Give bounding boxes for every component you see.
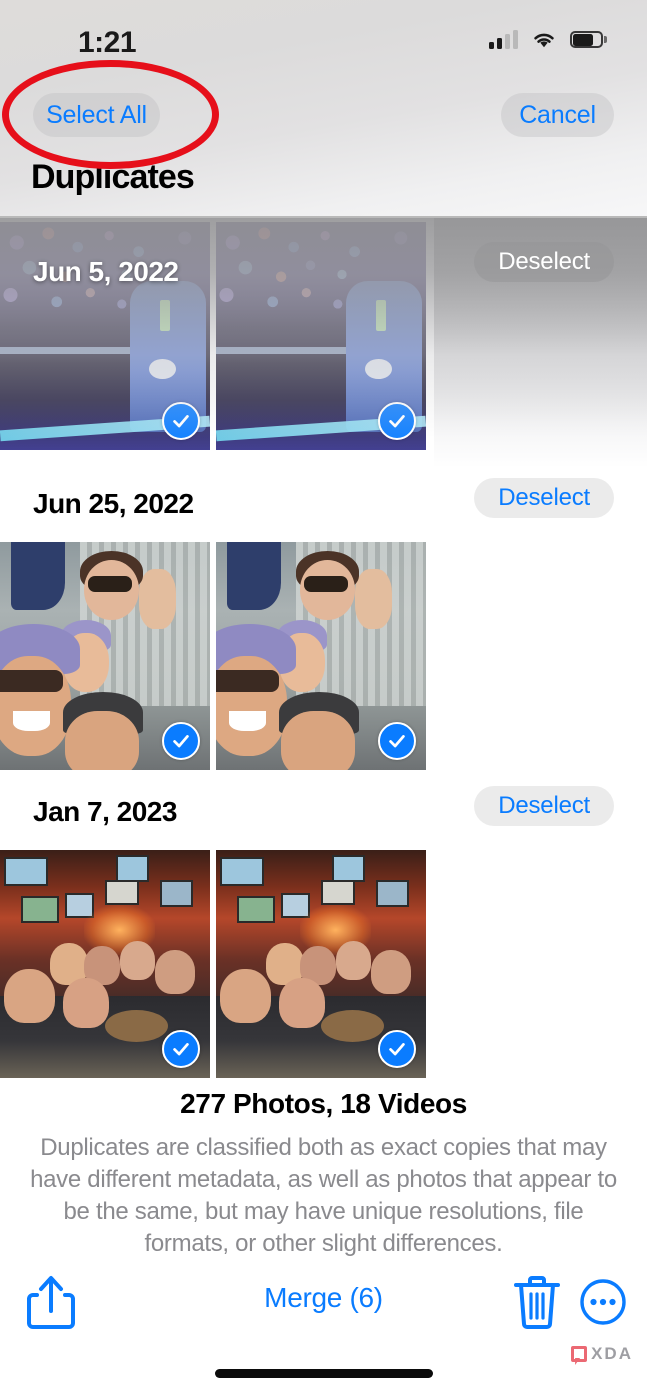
battery-icon [570,31,607,48]
group-date-label: Jun 5, 2022 [33,256,179,287]
home-indicator[interactable] [214,1369,433,1378]
deselect-button[interactable]: Deselect [474,478,614,518]
selected-checkmark-icon [378,402,416,440]
thumbnail-pair [0,542,426,770]
cellular-signal-icon [489,29,518,49]
duplicate-group: Jun 25, 2022 Deselect [0,474,647,782]
group-date-label: Jun 25, 2022 [33,488,194,519]
photo-thumbnail[interactable] [216,222,426,450]
bottom-toolbar: Merge (6) [0,1272,647,1344]
cancel-button[interactable]: Cancel [501,93,614,137]
duplicate-group: Jan 7, 2023 Deselect [0,782,647,1090]
duplicate-group: Jun 5, 2022 Deselect [0,218,647,468]
xda-logo-icon [571,1346,588,1362]
media-count-label: 277 Photos, 18 Videos [180,1088,467,1119]
selected-checkmark-icon [378,1030,416,1068]
group-date-label: Jan 7, 2023 [33,796,177,827]
merge-button[interactable]: Merge (6) [264,1282,383,1314]
selected-checkmark-icon [378,722,416,760]
share-icon[interactable] [25,1273,77,1331]
trash-icon[interactable] [512,1274,562,1330]
selected-checkmark-icon [162,1030,200,1068]
status-bar: 1:21 [0,0,647,72]
select-all-button[interactable]: Select All [33,93,160,137]
selected-checkmark-icon [162,402,200,440]
photo-thumbnail[interactable] [216,542,426,770]
xda-watermark: XDA [571,1344,633,1364]
more-ellipsis-icon[interactable] [579,1278,627,1326]
page-title: Duplicates [31,158,195,196]
photo-thumbnail[interactable] [0,542,210,770]
thumbnail-pair [0,850,426,1078]
xda-watermark-text: XDA [591,1344,633,1363]
photo-thumbnail[interactable] [216,850,426,1078]
selected-checkmark-icon [162,722,200,760]
wifi-icon [531,30,557,49]
status-bar-clock: 1:21 [78,26,137,59]
deselect-button[interactable]: Deselect [474,242,614,282]
duplicates-summary: 277 Photos, 18 Videos Duplicates are cla… [0,1088,647,1260]
photo-thumbnail[interactable] [0,850,210,1078]
navigation-header: 1:21 Select All Cancel Duplicates [0,0,647,218]
deselect-button[interactable]: Deselect [474,786,614,826]
status-bar-indicators [489,29,607,49]
duplicates-description: Duplicates are classified both as exact … [30,1134,617,1257]
